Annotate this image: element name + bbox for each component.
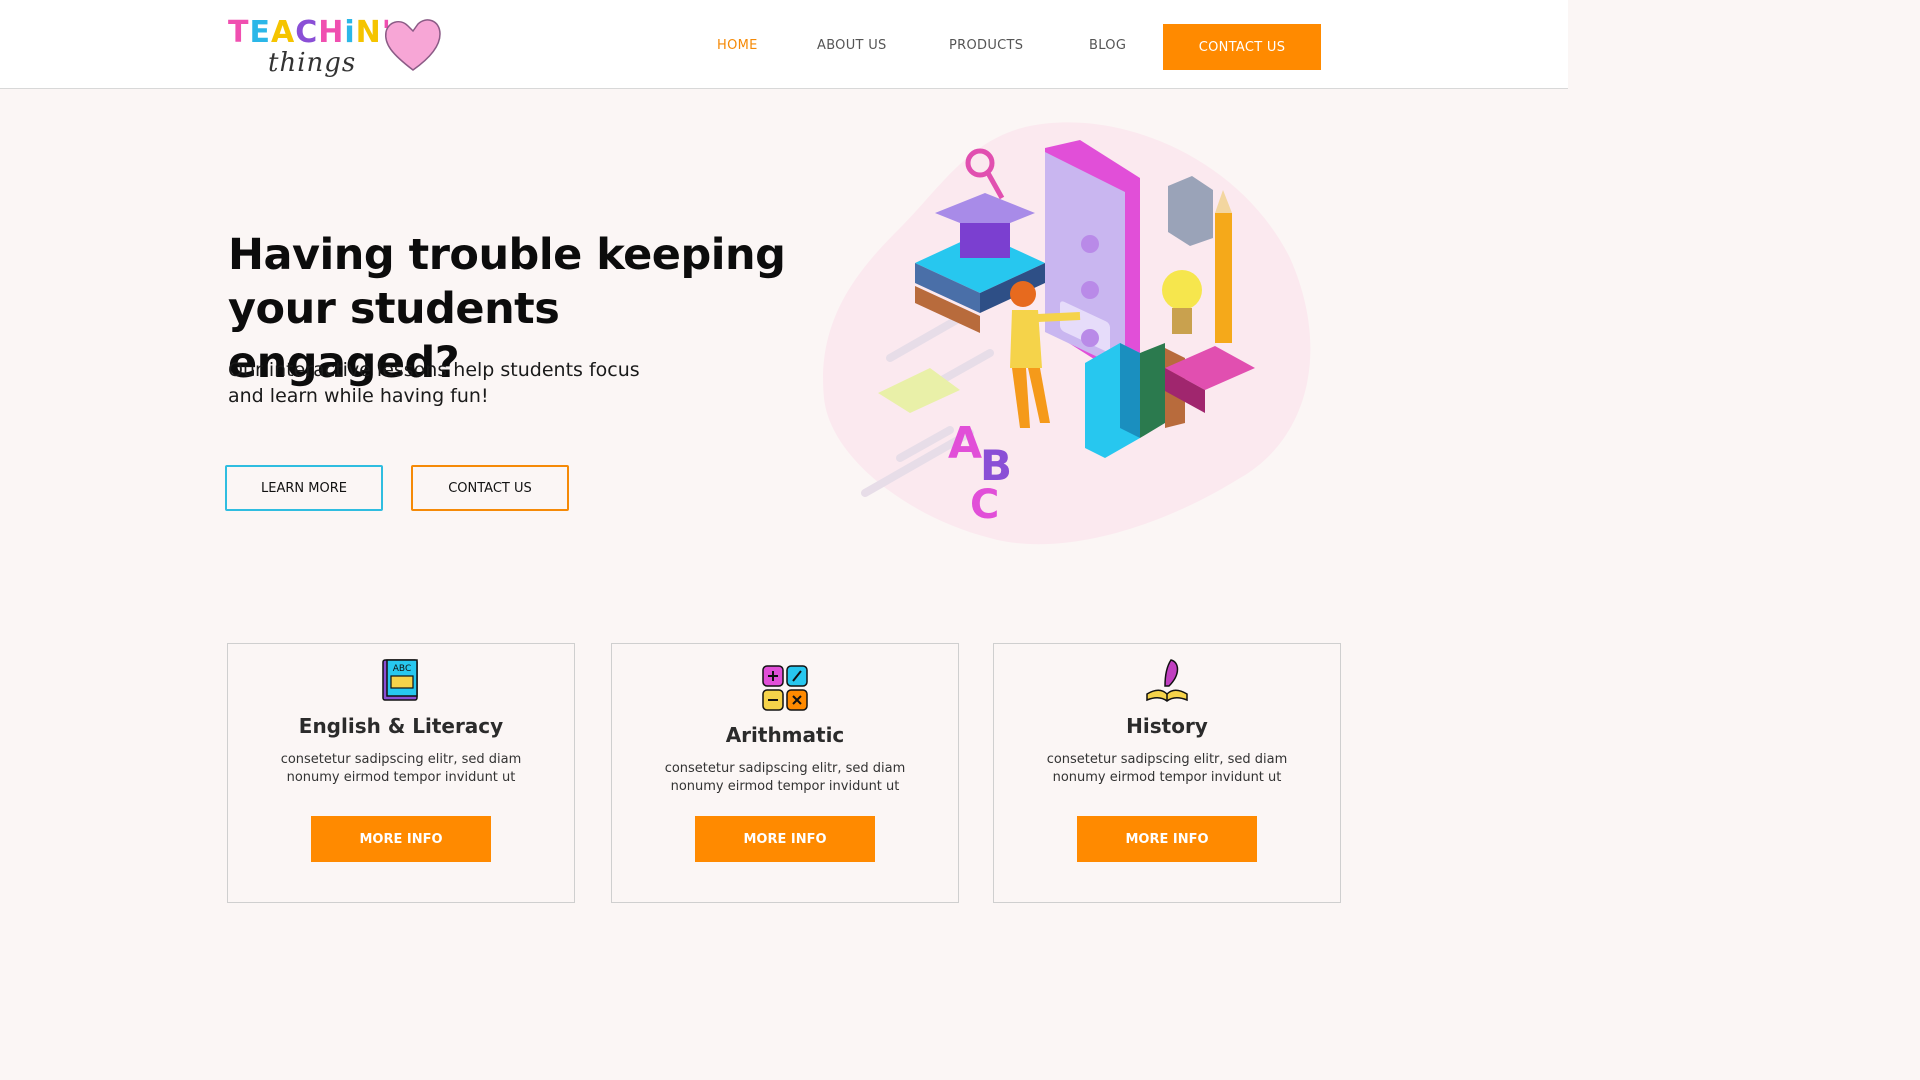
more-info-button[interactable]: MORE INFO	[311, 816, 491, 862]
logo-wordmark: TEACHiN'	[228, 15, 391, 50]
card-english: ABC English & Literacy consetetur sadips…	[227, 643, 575, 903]
more-info-button[interactable]: MORE INFO	[695, 816, 875, 862]
card-title: History	[1126, 714, 1208, 738]
hero-contact-button[interactable]: CONTACT US	[411, 465, 569, 511]
card-title: Arithmatic	[725, 723, 845, 747]
logo-subtext: things	[268, 48, 357, 78]
card-description: consetetur sadipscing elitr, sed diam no…	[664, 761, 906, 794]
nav-products[interactable]: PRODUCTS	[949, 38, 1023, 53]
logo[interactable]: TEACHiN' things	[228, 14, 448, 82]
nav-home[interactable]: HOME	[717, 38, 758, 53]
heart-icon	[384, 19, 441, 71]
hero-subtitle: Our interactive lessons help students fo…	[228, 359, 640, 407]
nav-blog[interactable]: BLOG	[1089, 38, 1126, 53]
site-header: TEACHiN' things HOME ABOUT US PRODUCTS B…	[0, 0, 1568, 89]
card-description: consetetur sadipscing elitr, sed diam no…	[280, 752, 522, 785]
card-title: English & Literacy	[298, 714, 504, 738]
abc-book-icon: ABC	[382, 659, 418, 701]
calculator-symbols-icon	[762, 665, 808, 711]
nav-about-us[interactable]: ABOUT US	[817, 38, 887, 53]
quill-book-icon	[1146, 659, 1188, 702]
card-description: consetetur sadipscing elitr, sed diam no…	[1046, 752, 1288, 785]
illustration-letter-c: C	[970, 482, 999, 528]
more-info-button[interactable]: MORE INFO	[1077, 816, 1257, 862]
illustration-letter-a: A	[948, 418, 982, 469]
phone-graphic	[1045, 140, 1140, 370]
hero-illustration: A B C	[823, 122, 1311, 545]
learn-more-button[interactable]: LEARN MORE	[225, 465, 383, 511]
card-arithmatic: Arithmatic consetetur sadipscing elitr, …	[611, 643, 959, 903]
card-history: History consetetur sadipscing elitr, sed…	[993, 643, 1341, 903]
svg-text:ABC: ABC	[393, 664, 411, 674]
header-contact-button[interactable]: CONTACT US	[1163, 24, 1321, 70]
